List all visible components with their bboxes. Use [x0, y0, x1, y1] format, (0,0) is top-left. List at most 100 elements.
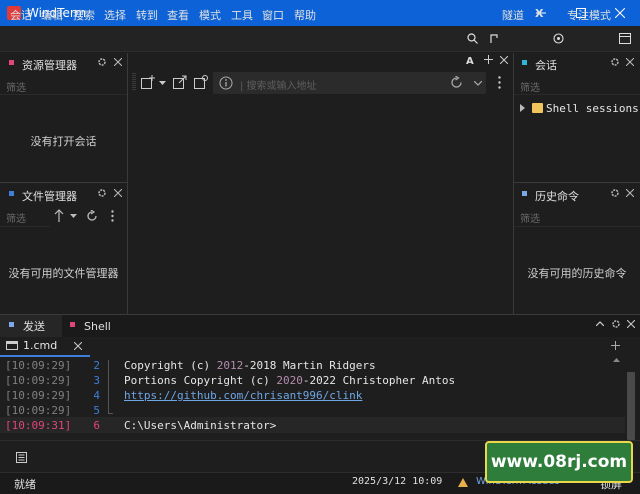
- add-tab-icon[interactable]: [484, 55, 493, 64]
- layout-icon[interactable]: [619, 33, 631, 44]
- terminal-add-icon[interactable]: [611, 341, 620, 350]
- terminal-tab-close-icon[interactable]: [74, 342, 82, 350]
- x-button[interactable]: X: [535, 7, 543, 20]
- bottom-collapse-icon[interactable]: [596, 321, 604, 326]
- history-settings-icon[interactable]: [610, 188, 620, 198]
- timestamp: [10:09:29]: [5, 389, 72, 402]
- watermark-badge: www.08rj.com: [485, 441, 633, 483]
- line-number: 5: [93, 404, 100, 417]
- history-close-icon[interactable]: [626, 189, 634, 197]
- terminal-prompt[interactable]: C:\Users\Administrator>: [124, 419, 276, 432]
- focus-mode-button[interactable]: 专注模式: [567, 7, 611, 23]
- explorer-empty-message: 没有打开会话: [30, 135, 97, 148]
- fold-bracket: [108, 360, 113, 414]
- file-manager-title: 文件管理器: [22, 190, 77, 203]
- explorer-title: 资源管理器: [22, 59, 77, 72]
- tab-send[interactable]: 发送: [23, 315, 45, 337]
- menu-help[interactable]: 帮助: [294, 7, 316, 23]
- terminal-scroll-up-icon[interactable]: [613, 358, 620, 362]
- folder-icon: [532, 103, 543, 113]
- terminal-line: Copyright (c) 2012-2018 Martin Ridgers: [124, 359, 376, 372]
- explorer-close-icon[interactable]: [114, 58, 122, 66]
- tunnel-icon[interactable]: [489, 33, 499, 44]
- terminal-tab-label: 1.cmd: [23, 339, 58, 352]
- file-manager-settings-icon[interactable]: [97, 188, 107, 198]
- left-panel-split[interactable]: [0, 182, 127, 183]
- sessions-filter-input[interactable]: 筛选: [520, 79, 540, 94]
- explorer-marker-icon: [9, 60, 14, 65]
- sessions-title: 会话: [535, 59, 557, 72]
- menu-view[interactable]: 查看: [167, 7, 189, 23]
- history-filter-input[interactable]: 筛选: [520, 210, 540, 225]
- explorer-filter-input[interactable]: 筛选: [6, 79, 26, 94]
- drag-handle-icon[interactable]: [132, 73, 136, 91]
- timestamp: [10:09:29]: [5, 404, 72, 417]
- menu-window[interactable]: 窗口: [262, 7, 284, 23]
- timestamp-active: [10:09:31]: [5, 419, 72, 432]
- address-input[interactable]: | 搜索或输入地址: [240, 77, 317, 92]
- file-manager-filter-underline: [0, 226, 50, 227]
- terminal-scrollbar[interactable]: [627, 372, 635, 440]
- tab-shell[interactable]: Shell: [84, 315, 111, 337]
- toolbar-more-icon[interactable]: [498, 76, 501, 89]
- right-panel-split[interactable]: [514, 182, 640, 183]
- bottom-settings-icon[interactable]: [611, 319, 621, 329]
- input-mode-icon[interactable]: [16, 452, 27, 463]
- font-size-button[interactable]: A: [466, 56, 474, 67]
- send-marker-icon: [9, 322, 14, 327]
- menu-edit[interactable]: 编辑: [41, 7, 63, 23]
- shell-marker-icon: [70, 322, 75, 327]
- terminal-line: Portions Copyright (c) 2020-2022 Christo…: [124, 374, 456, 387]
- close-icon: [615, 8, 625, 18]
- line-number: 2: [93, 359, 100, 372]
- status-datetime: 2025/3/12 10:09: [352, 476, 443, 487]
- timestamp: [10:09:29]: [5, 359, 72, 372]
- watermark-text: www.08rj.com: [490, 452, 628, 472]
- open-session-icon[interactable]: [173, 75, 187, 89]
- sessions-filter-underline: [514, 94, 640, 95]
- reload-icon[interactable]: [450, 76, 463, 89]
- sessions-marker-icon: [522, 60, 527, 65]
- file-manager-close-icon[interactable]: [114, 189, 122, 197]
- duplicate-session-icon[interactable]: [194, 75, 208, 89]
- tree-expand-icon[interactable]: [520, 104, 525, 112]
- new-session-icon[interactable]: [141, 75, 155, 89]
- line-number-active: 6: [93, 419, 100, 432]
- history-marker-icon: [522, 191, 527, 196]
- tunnel-button[interactable]: 隧道: [502, 7, 524, 23]
- search-icon[interactable]: [467, 33, 478, 44]
- explorer-settings-icon[interactable]: [97, 57, 107, 67]
- history-filter-underline: [514, 226, 640, 227]
- line-number: 3: [93, 374, 100, 387]
- menu-session[interactable]: 会话: [10, 7, 32, 23]
- terminal-link[interactable]: https://github.com/chrisant996/clink: [124, 389, 362, 402]
- history-dropdown-icon[interactable]: [70, 214, 77, 218]
- sessions-settings-icon[interactable]: [610, 57, 620, 67]
- bottom-close-icon[interactable]: [627, 320, 635, 328]
- new-session-dropdown-icon[interactable]: [159, 81, 166, 85]
- center-close-icon[interactable]: [500, 56, 508, 64]
- left-panel-divider[interactable]: [127, 53, 128, 315]
- menu-select[interactable]: 选择: [104, 7, 126, 23]
- focus-mode-icon: [553, 33, 564, 44]
- history-empty-message: 没有可用的历史命令: [527, 267, 627, 280]
- file-manager-more-icon[interactable]: [111, 210, 114, 222]
- status-ready: 就绪: [14, 478, 36, 491]
- history-title: 历史命令: [535, 190, 579, 203]
- menu-mode[interactable]: 模式: [199, 7, 221, 23]
- menu-tools[interactable]: 工具: [231, 7, 253, 23]
- info-icon: [219, 76, 233, 90]
- address-dropdown-icon[interactable]: [474, 81, 482, 86]
- up-arrow-icon[interactable]: [54, 209, 64, 222]
- file-manager-empty-message: 没有可用的文件管理器: [8, 267, 119, 280]
- menu-search[interactable]: 搜索: [73, 7, 95, 23]
- sessions-close-icon[interactable]: [626, 58, 634, 66]
- explorer-filter-underline: [0, 94, 127, 95]
- menu-bar: [0, 26, 640, 52]
- tree-item-shell-sessions[interactable]: Shell sessions: [546, 102, 639, 115]
- timestamp: [10:09:29]: [5, 374, 72, 387]
- file-manager-filter-input[interactable]: 筛选: [6, 210, 26, 225]
- refresh-icon[interactable]: [86, 210, 98, 222]
- menu-goto[interactable]: 转到: [136, 7, 158, 23]
- cmd-icon: [6, 341, 18, 350]
